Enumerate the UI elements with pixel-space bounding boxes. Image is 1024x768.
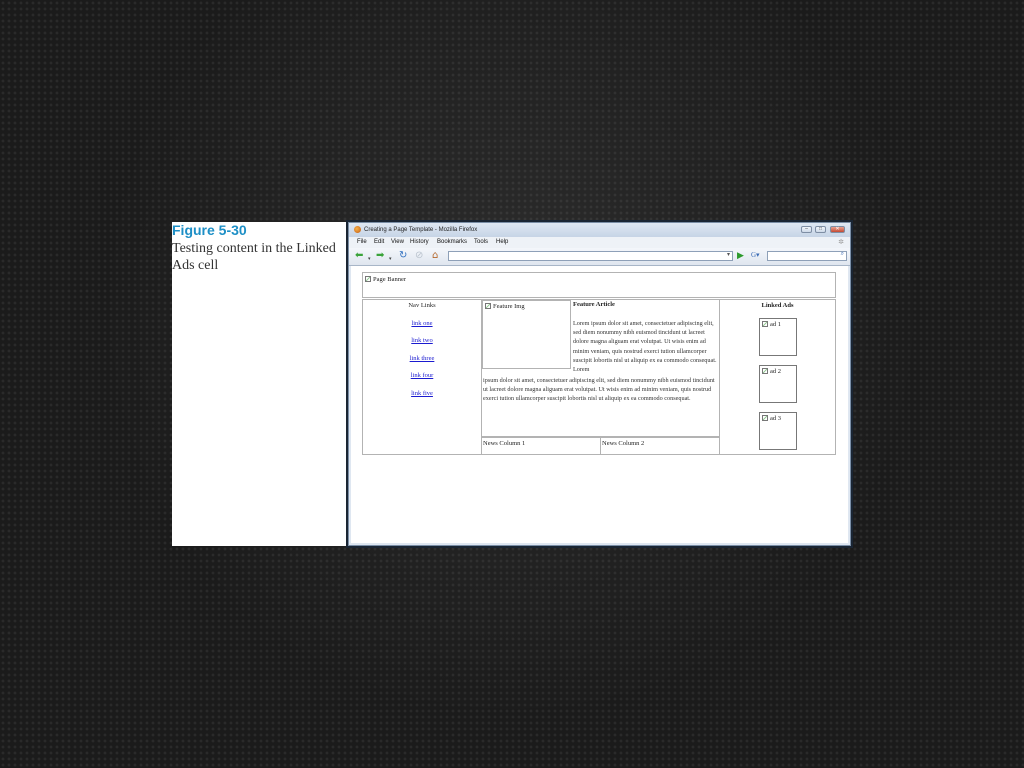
page-banner-cell: Page Banner [362, 272, 836, 298]
menu-tools[interactable]: Tools [474, 239, 488, 245]
minimize-button[interactable]: – [801, 226, 812, 233]
nav-link-one[interactable]: link one [363, 320, 481, 327]
page-banner: Page Banner [365, 276, 406, 283]
ad-box-3[interactable]: ad 3 [759, 412, 797, 450]
article-paragraph-2: ipsum dolor sit amet, consectetuer adipi… [483, 377, 715, 403]
nav-heading: Nav Links [408, 302, 436, 309]
menu-view[interactable]: View [391, 239, 404, 245]
article-paragraph-1: Lorem ipsum dolor sit amet, consectetuer… [573, 320, 717, 374]
nav-links-cell: Nav Links link one link two link three l… [363, 300, 482, 454]
maximize-button[interactable]: □ [815, 226, 826, 233]
news-column-1: News Column 1 [483, 440, 526, 447]
feature-title: Feature Article [573, 301, 615, 308]
title-bar: Creating a Page Template - Mozilla Firef… [349, 223, 850, 237]
menu-history[interactable]: History [410, 239, 429, 245]
banner-alt-text: Page Banner [373, 276, 407, 283]
forward-dropdown-icon[interactable]: ▾ [389, 254, 392, 264]
browser-window: Creating a Page Template - Mozilla Firef… [348, 222, 851, 546]
news-column-2-cell: News Column 2 [601, 437, 720, 454]
broken-image-icon [762, 321, 768, 327]
menu-bar: File Edit View History Bookmarks Tools H… [349, 237, 850, 248]
forward-arrow-icon[interactable]: ➡ [376, 251, 384, 261]
home-icon[interactable]: ⌂ [432, 251, 438, 261]
search-engine-icon[interactable]: G▾ [751, 251, 765, 261]
ad-box-2[interactable]: ad 2 [759, 365, 797, 403]
back-arrow-icon[interactable]: ⬅ [355, 251, 363, 261]
ad-2-alt-text: ad 2 [770, 368, 782, 375]
menu-file[interactable]: File [357, 239, 367, 245]
feature-image: Feature Img [482, 300, 571, 369]
news-column-1-cell: News Column 1 [482, 437, 601, 454]
broken-image-icon [485, 303, 491, 309]
navigation-toolbar: ⬅ ▾ ➡ ▾ ↻ ⊘ ⌂ ▾ ▶ G▾ ⌕ [349, 248, 850, 266]
page-viewport: Page Banner Nav Links link one link two … [351, 266, 848, 543]
firefox-icon [354, 226, 361, 233]
window-title: Creating a Page Template - Mozilla Firef… [364, 227, 478, 233]
search-icon[interactable]: ⌕ [841, 251, 844, 258]
feature-article-cell: Feature Img Feature Article Lorem ipsum … [482, 300, 720, 437]
search-input[interactable]: ⌕ [767, 251, 847, 261]
ad-3-alt-text: ad 3 [770, 415, 782, 422]
linked-ads-cell: Linked Ads ad 1 ad 2 ad 3 [720, 300, 835, 454]
broken-image-icon [762, 415, 768, 421]
broken-image-icon [365, 276, 371, 282]
ads-heading: Linked Ads [761, 302, 794, 309]
throbber-icon: ✲ [838, 239, 844, 246]
stop-icon[interactable]: ⊘ [415, 251, 423, 261]
feature-img-alt-text: Feature Img [493, 303, 525, 310]
ad-1-alt-text: ad 1 [770, 321, 782, 328]
reload-icon[interactable]: ↻ [399, 251, 407, 261]
figure-panel: Figure 5-30 Testing content in the Linke… [172, 222, 348, 546]
url-input[interactable]: ▾ [448, 251, 733, 261]
go-arrow-icon[interactable]: ▶ [737, 251, 744, 260]
figure-caption: Testing content in the Linked Ads cell [172, 241, 336, 273]
menu-edit[interactable]: Edit [374, 239, 384, 245]
menu-bookmarks[interactable]: Bookmarks [437, 239, 467, 245]
nav-link-three[interactable]: link three [363, 355, 481, 362]
nav-link-two[interactable]: link two [363, 337, 481, 344]
news-column-2: News Column 2 [602, 440, 645, 447]
figure-title: Figure 5-30 [172, 222, 247, 238]
broken-image-icon [762, 368, 768, 374]
layout-table: Nav Links link one link two link three l… [362, 299, 836, 455]
back-dropdown-icon[interactable]: ▾ [368, 254, 371, 264]
nav-link-five[interactable]: link five [363, 390, 481, 397]
ad-box-1[interactable]: ad 1 [759, 318, 797, 356]
menu-help[interactable]: Help [496, 239, 508, 245]
url-dropdown-icon[interactable]: ▾ [727, 251, 730, 258]
close-button[interactable]: ✕ [830, 226, 845, 233]
nav-link-four[interactable]: link four [363, 372, 481, 379]
